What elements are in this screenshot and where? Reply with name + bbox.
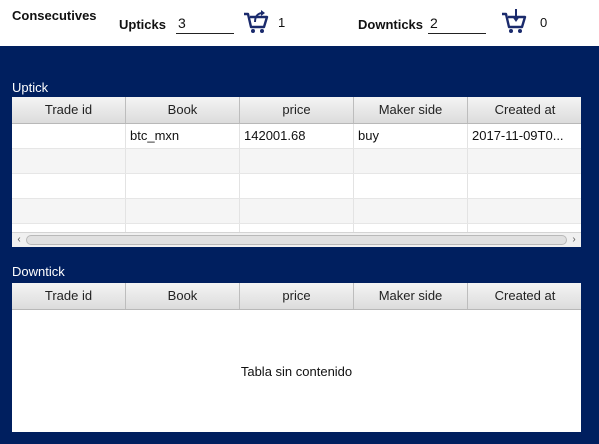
column-header-created-at[interactable]: Created at [468, 283, 581, 309]
empty-cell [12, 149, 126, 173]
scroll-thumb[interactable] [26, 235, 567, 245]
table-row[interactable]: btc_mxn 142001.68 buy 2017-11-09T0... [12, 124, 581, 149]
downticks-input[interactable] [428, 12, 486, 34]
scroll-track[interactable] [26, 235, 567, 245]
empty-cell [468, 174, 581, 198]
column-header-book[interactable]: Book [126, 283, 240, 309]
scroll-left-icon[interactable]: ‹ [12, 233, 26, 247]
column-header-maker-side[interactable]: Maker side [354, 97, 468, 123]
empty-cell [126, 224, 240, 232]
empty-cell [354, 224, 468, 232]
downticks-label: Downticks [358, 17, 424, 32]
empty-cell [354, 149, 468, 173]
downtick-table-header: Trade id Book price Maker side Created a… [12, 283, 581, 310]
downticks-count: 0 [540, 15, 548, 30]
empty-cell [12, 199, 126, 223]
empty-cell [126, 199, 240, 223]
empty-cell [240, 174, 354, 198]
cell-trade-id [12, 124, 126, 148]
empty-row [12, 199, 581, 224]
downtick-section-title: Downtick [12, 264, 65, 279]
upticks-label: Upticks [119, 17, 166, 32]
horizontal-scrollbar[interactable]: ‹ › [12, 232, 581, 247]
empty-cell [240, 199, 354, 223]
uptick-section-title: Uptick [12, 80, 49, 95]
empty-cell [468, 224, 581, 232]
empty-cell [126, 174, 240, 198]
empty-cell [240, 224, 354, 232]
empty-row [12, 224, 581, 232]
column-header-maker-side[interactable]: Maker side [354, 283, 468, 309]
downtick-table: Trade id Book price Maker side Created a… [12, 283, 581, 432]
app-title: Consecutives [12, 8, 97, 23]
column-header-created-at[interactable]: Created at [468, 97, 581, 123]
cart-arrow-up-icon[interactable] [242, 8, 270, 36]
cell-created-at: 2017-11-09T0... [472, 128, 564, 143]
cart-arrow-down-icon[interactable] [500, 8, 528, 36]
empty-row [12, 174, 581, 199]
column-header-price[interactable]: price [240, 283, 354, 309]
column-header-book[interactable]: Book [126, 97, 240, 123]
upticks-count: 1 [278, 15, 286, 30]
column-header-price[interactable]: price [240, 97, 354, 123]
empty-cell [126, 149, 240, 173]
empty-table-placeholder: Tabla sin contenido [240, 364, 353, 379]
empty-cell [240, 149, 354, 173]
cell-book: btc_mxn [126, 124, 240, 148]
empty-row [12, 149, 581, 174]
empty-cell [468, 199, 581, 223]
top-bar: Consecutives Upticks 1 Downticks 0 [0, 0, 599, 46]
cell-maker-side: buy [354, 124, 468, 148]
empty-cell [12, 224, 126, 232]
uptick-table-body: btc_mxn 142001.68 buy 2017-11-09T0... [12, 124, 581, 232]
column-header-trade-id[interactable]: Trade id [12, 283, 126, 309]
scroll-right-icon[interactable]: › [567, 233, 581, 247]
uptick-table: Trade id Book price Maker side Created a… [12, 97, 581, 247]
upticks-input[interactable] [176, 12, 234, 34]
uptick-table-header: Trade id Book price Maker side Created a… [12, 97, 581, 124]
cell-price: 142001.68 [240, 124, 354, 148]
column-header-trade-id[interactable]: Trade id [12, 97, 126, 123]
empty-cell [354, 199, 468, 223]
empty-cell [354, 174, 468, 198]
empty-cell [12, 174, 126, 198]
empty-cell [468, 149, 581, 173]
